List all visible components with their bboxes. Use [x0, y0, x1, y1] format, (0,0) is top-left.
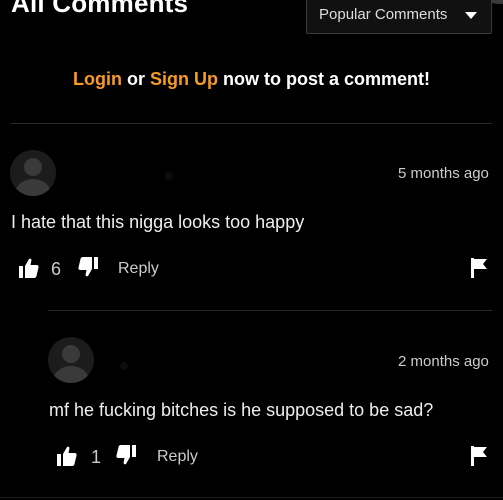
login-prompt: Login or Sign Up now to post a comment! — [0, 69, 503, 90]
like-count: 6 — [51, 259, 62, 279]
flag-icon[interactable] — [470, 446, 488, 471]
login-prompt-or: or — [126, 69, 145, 89]
comment-actions: 1 Reply — [56, 445, 494, 469]
thumbs-down-icon[interactable] — [115, 444, 137, 471]
login-prompt-rest: now to post a comment! — [223, 69, 431, 89]
reply-button[interactable]: Reply — [118, 260, 159, 278]
avatar-shoulders — [53, 366, 89, 383]
comment-time: 5 months ago — [398, 165, 489, 182]
comment-text: mf he fucking bitches is he supposed to … — [49, 400, 434, 420]
caret-down-icon — [465, 12, 477, 19]
username[interactable] — [120, 362, 128, 370]
thumbs-down-icon[interactable] — [77, 256, 99, 283]
avatar-shoulders — [15, 179, 51, 196]
reply-button[interactable]: Reply — [157, 448, 198, 466]
page-title: All Comments — [11, 0, 189, 18]
comment-time: 2 months ago — [398, 353, 489, 370]
username[interactable] — [165, 172, 173, 180]
divider — [11, 123, 492, 124]
avatar[interactable] — [48, 337, 94, 383]
avatar-icon — [62, 345, 80, 363]
like-count: 1 — [91, 447, 102, 467]
comment-actions: 6 Reply — [18, 257, 494, 281]
divider — [48, 310, 492, 311]
flag-icon[interactable] — [470, 258, 488, 283]
signup-link[interactable]: Sign Up — [150, 69, 218, 89]
avatar[interactable] — [10, 150, 56, 196]
avatar-icon — [24, 158, 42, 176]
sort-dropdown-label: Popular Comments — [319, 6, 448, 23]
comment-text: I hate that this nigga looks too happy — [11, 212, 305, 232]
divider — [0, 497, 503, 498]
thumbs-up-icon[interactable] — [18, 257, 40, 284]
thumbs-up-icon[interactable] — [56, 445, 78, 472]
login-link[interactable]: Login — [73, 69, 122, 89]
sort-dropdown[interactable]: Popular Comments — [306, 0, 492, 34]
